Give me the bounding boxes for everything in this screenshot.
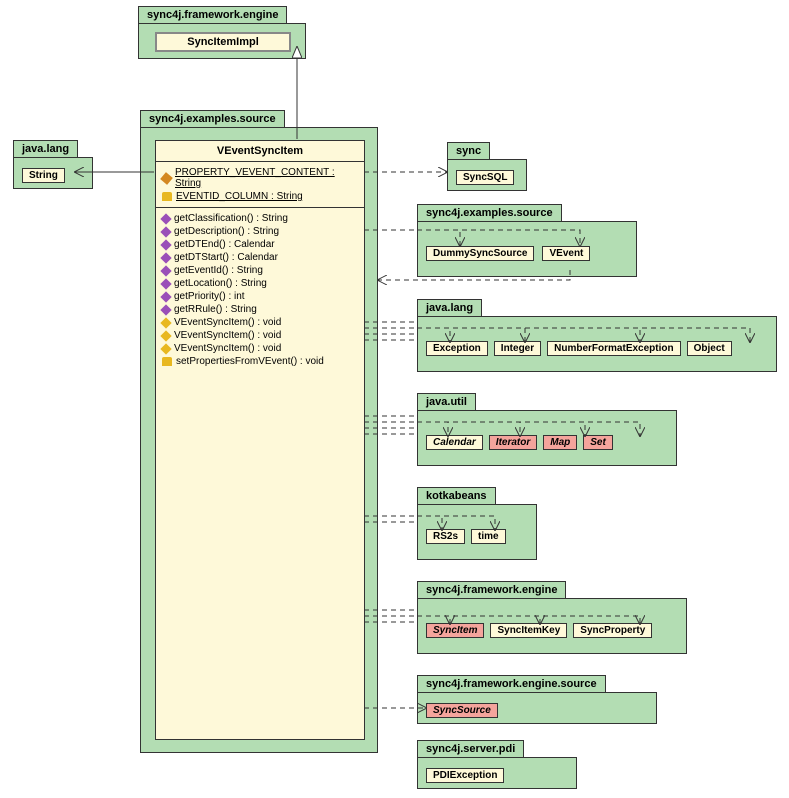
diamond-icon xyxy=(160,226,171,237)
diamond-icon xyxy=(160,265,171,276)
class-syncitemimpl: SyncItemImpl xyxy=(155,32,291,52)
method-row: getDescription() : String xyxy=(162,225,358,238)
diamond-icon xyxy=(160,317,171,328)
class-iterator: Iterator xyxy=(489,435,537,450)
class-syncsql: SyncSQL xyxy=(456,170,514,185)
class-syncsource: SyncSource xyxy=(426,703,498,718)
package-tab: sync4j.framework.engine.source xyxy=(417,675,606,692)
class-pdiexception: PDIException xyxy=(426,768,504,783)
class-rs2s: RS2s xyxy=(426,529,465,544)
method-row: getRRule() : String xyxy=(162,303,358,316)
class-syncproperty: SyncProperty xyxy=(573,623,652,638)
method-row: setPropertiesFromVEvent() : void xyxy=(162,355,358,368)
lock-icon xyxy=(162,192,172,201)
class-veventsync-item: VEventSyncItem PROPERTY_VEVENT_CONTENT :… xyxy=(155,140,365,740)
class-integer: Integer xyxy=(494,341,541,356)
attributes-section: PROPERTY_VEVENT_CONTENT : String EVENTID… xyxy=(156,162,364,208)
diamond-icon xyxy=(160,304,171,315)
package-java-lang-left: java.lang String xyxy=(13,157,93,189)
class-time: time xyxy=(471,529,506,544)
package-tab: sync4j.framework.engine xyxy=(417,581,566,598)
class-map: Map xyxy=(543,435,577,450)
package-java-util: java.util Calendar Iterator Map Set xyxy=(417,410,677,466)
package-tab: sync4j.examples.source xyxy=(140,110,285,127)
class-set: Set xyxy=(583,435,613,450)
package-server-pdi: sync4j.server.pdi PDIException xyxy=(417,757,577,789)
package-tab: java.lang xyxy=(417,299,482,316)
connectors xyxy=(0,0,789,798)
method-row: VEventSyncItem() : void xyxy=(162,316,358,329)
package-main-examples-source: sync4j.examples.source VEventSyncItem PR… xyxy=(140,127,378,753)
method-row: getLocation() : String xyxy=(162,277,358,290)
lock-icon xyxy=(162,357,172,366)
package-tab: kotkabeans xyxy=(417,487,496,504)
pencil-icon xyxy=(160,172,173,185)
package-tab: java.util xyxy=(417,393,476,410)
diamond-icon xyxy=(160,239,171,250)
package-framework-engine-top: sync4j.framework.engine SyncItemImpl xyxy=(138,23,306,59)
class-syncitem: SyncItem xyxy=(426,623,484,638)
package-kotkabeans: kotkabeans RS2s time xyxy=(417,504,537,560)
class-object: Object xyxy=(687,341,732,356)
package-examples-source: sync4j.examples.source DummySyncSource V… xyxy=(417,221,637,277)
method-row: getDTEnd() : Calendar xyxy=(162,238,358,251)
class-dummysyncsource: DummySyncSource xyxy=(426,246,534,261)
method-row: getDTStart() : Calendar xyxy=(162,251,358,264)
diamond-icon xyxy=(160,252,171,263)
diamond-icon xyxy=(160,291,171,302)
method-row: getPriority() : int xyxy=(162,290,358,303)
class-exception: Exception xyxy=(426,341,488,356)
class-syncitemkey: SyncItemKey xyxy=(490,623,567,638)
package-sync: sync SyncSQL xyxy=(447,159,527,191)
method-row: getClassification() : String xyxy=(162,212,358,225)
methods-section: getClassification() : String getDescript… xyxy=(156,208,364,372)
diamond-icon xyxy=(160,278,171,289)
attribute-row: PROPERTY_VEVENT_CONTENT : String xyxy=(162,166,358,190)
method-row: VEventSyncItem() : void xyxy=(162,329,358,342)
package-tab: sync xyxy=(447,142,490,159)
class-numberformatexception: NumberFormatException xyxy=(547,341,680,356)
package-tab: sync4j.framework.engine xyxy=(138,6,287,23)
class-header: VEventSyncItem xyxy=(156,141,364,162)
method-row: VEventSyncItem() : void xyxy=(162,342,358,355)
diamond-icon xyxy=(160,330,171,341)
package-tab: sync4j.examples.source xyxy=(417,204,562,221)
package-framework-engine: sync4j.framework.engine SyncItem SyncIte… xyxy=(417,598,687,654)
diamond-icon xyxy=(160,213,171,224)
method-row: getEventId() : String xyxy=(162,264,358,277)
class-string: String xyxy=(22,168,65,183)
attribute-row: EVENTID_COLUMN : String xyxy=(162,190,358,203)
package-tab: sync4j.server.pdi xyxy=(417,740,524,757)
class-vevent: VEvent xyxy=(542,246,590,261)
class-calendar: Calendar xyxy=(426,435,483,450)
package-java-lang: java.lang Exception Integer NumberFormat… xyxy=(417,316,777,372)
package-framework-engine-source: sync4j.framework.engine.source SyncSourc… xyxy=(417,692,657,724)
diamond-icon xyxy=(160,343,171,354)
package-tab: java.lang xyxy=(13,140,78,157)
